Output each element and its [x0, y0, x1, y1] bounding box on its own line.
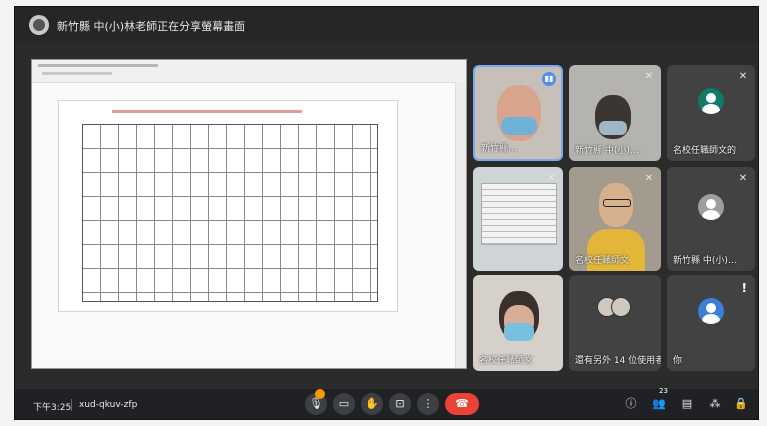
speaking-icon: ▮▮: [542, 72, 556, 86]
document-title: [112, 110, 302, 113]
participant-name: 新竹縣 中(小)…: [673, 256, 737, 266]
mic-off-icon: ✕: [644, 71, 654, 82]
glasses-icon: [603, 199, 631, 207]
document-menu-bar-secondary: [42, 72, 112, 75]
meeting-info-button[interactable]: ⓘ: [623, 396, 639, 412]
leave-call-button[interactable]: ☎: [445, 393, 479, 415]
mic-off-icon: ✕: [546, 173, 556, 184]
participant-name: 名校任職師文的: [673, 146, 737, 156]
document-menu-bar: [38, 64, 158, 67]
mic-off-icon: ✕: [738, 71, 748, 82]
self-name: 你: [673, 356, 683, 366]
participant-mask: [599, 121, 627, 135]
participant-tile-6[interactable]: ✕ 新竹縣 中(小)…: [667, 167, 755, 271]
meet-window: 新竹縣 中(小)林老師正在分享螢幕畫面 ▮▮ 新竹縣… ✕ 新竹縣 中(小)… …: [14, 6, 759, 420]
participant-name: 名校任職師文: [479, 356, 534, 366]
participant-mask: [501, 117, 537, 135]
mic-status-badge: [315, 389, 325, 399]
people-count-badge: 23: [659, 387, 668, 395]
meeting-time: 下午3:25: [33, 403, 72, 413]
participant-tile-7[interactable]: 名校任職師文: [473, 275, 563, 371]
avatar-icon: [698, 298, 724, 325]
avatar-icon: [698, 88, 724, 115]
others-avatar-stack: [597, 297, 633, 317]
participant-name: 名校任職師文: [575, 256, 630, 266]
self-tile[interactable]: ! 你: [667, 275, 755, 371]
alert-icon[interactable]: !: [742, 281, 747, 295]
divider: [71, 399, 72, 411]
others-count-label: 還有另外 14 位使用者: [575, 356, 661, 366]
host-controls-button[interactable]: 🔒: [733, 396, 749, 412]
participant-name: 新竹縣 中(小)…: [575, 146, 639, 156]
present-button[interactable]: ⊡: [389, 393, 411, 415]
participant-tile-3[interactable]: ✕ 名校任職師文的: [667, 65, 755, 161]
participant-tile-2[interactable]: ✕ 新竹縣 中(小)…: [569, 65, 661, 161]
more-options-button[interactable]: ⋮: [417, 393, 439, 415]
chat-button[interactable]: ▤: [679, 396, 695, 412]
mic-off-icon: ✕: [738, 173, 748, 184]
presentation-banner-text: 新竹縣 中(小)林老師正在分享螢幕畫面: [57, 20, 246, 33]
avatar-icon: [698, 193, 724, 220]
info-icon: ⓘ: [625, 397, 637, 410]
avatar: [611, 297, 631, 317]
meeting-code: xud-qkuv-zfp: [79, 400, 138, 410]
participant-screen-share: [481, 183, 557, 245]
mic-icon: 🎙: [309, 397, 323, 410]
present-icon: ⊡: [395, 397, 405, 410]
more-vert-icon: ⋮: [422, 397, 434, 410]
hand-icon: ✋: [365, 397, 379, 410]
people-button[interactable]: 👥: [651, 396, 667, 412]
shared-screen-document: [31, 59, 467, 369]
camera-icon: ▭: [338, 397, 350, 410]
participant-name: 新竹縣…: [481, 144, 518, 154]
participant-mask: [504, 323, 534, 341]
participant-tile-5[interactable]: ✕ 名校任職師文: [569, 167, 661, 271]
activities-button[interactable]: ⁂: [707, 396, 723, 412]
control-bar: 下午3:25 xud-qkuv-zfp 🎙 ▭ ✋ ⊡ ⋮ ☎ ⓘ 👥 23 ▤…: [15, 387, 758, 419]
presenter-avatar: [29, 15, 49, 35]
others-tile[interactable]: 還有另外 14 位使用者: [569, 275, 661, 371]
document-sidebar-strip: [455, 82, 466, 368]
people-icon: 👥: [652, 397, 666, 410]
activities-icon: ⁂: [709, 397, 721, 410]
camera-button[interactable]: ▭: [333, 393, 355, 415]
presentation-banner: 新竹縣 中(小)林老師正在分享螢幕畫面: [15, 7, 758, 43]
document-table: [82, 124, 378, 302]
raise-hand-button[interactable]: ✋: [361, 393, 383, 415]
phone-hangup-icon: ☎: [455, 397, 469, 410]
participant-tile-4[interactable]: ✕: [473, 167, 563, 271]
chat-icon: ▤: [681, 397, 693, 410]
participant-tile-1[interactable]: ▮▮ 新竹縣…: [473, 65, 563, 161]
lock-icon: 🔒: [734, 397, 748, 410]
document-toolbar: [32, 60, 466, 83]
mic-off-icon: ✕: [644, 173, 654, 184]
